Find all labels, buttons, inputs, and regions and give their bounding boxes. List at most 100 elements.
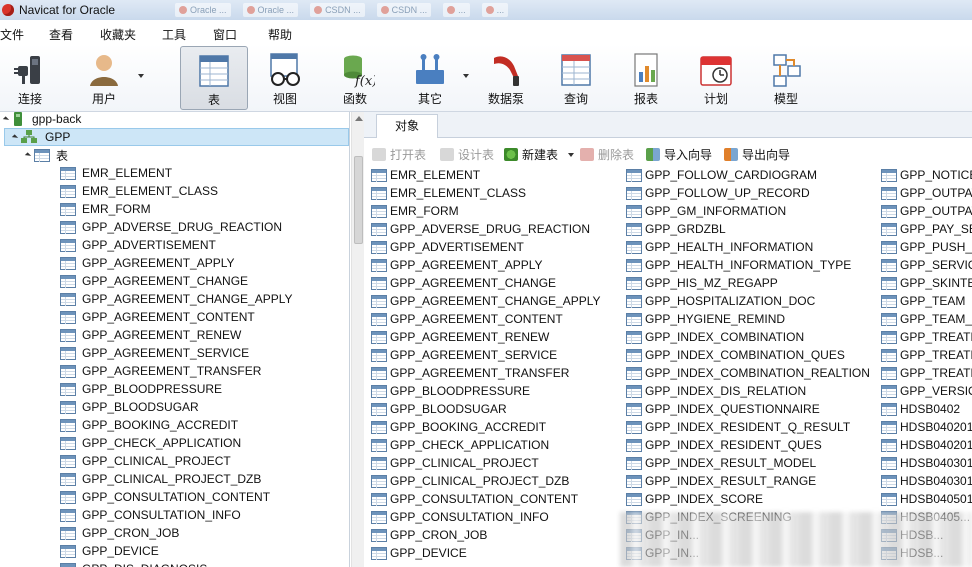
design-table-button[interactable]: 设计表 — [440, 146, 494, 162]
table-item[interactable]: GPP_AGREEMENT_TRANSFER — [368, 364, 569, 382]
table-item[interactable]: GPP_TREATE_ — [878, 328, 972, 346]
table-item[interactable]: GPP_CRON_JOB — [54, 524, 179, 542]
table-item[interactable]: GPP_CONSULTATION_CONTENT — [54, 488, 270, 506]
table-item[interactable]: GPP_BLOODSUGAR — [368, 400, 507, 418]
background-tab[interactable]: Oracle ... — [175, 3, 231, 17]
table-item[interactable]: GPP_AGREEMENT_CONTENT — [54, 308, 255, 326]
table-item[interactable]: GPP_OUTPAT — [878, 184, 972, 202]
table-item[interactable]: GPP_HEALTH_INFORMATION — [623, 238, 813, 256]
scrollbar-thumb[interactable] — [354, 156, 363, 244]
table-item[interactable]: GPP_ADVERSE_DRUG_REACTION — [368, 220, 590, 238]
table-item[interactable]: GPP_SERVICE — [878, 256, 972, 274]
menu-window[interactable]: 窗口 — [213, 26, 237, 43]
table-item[interactable]: GPP_HYGIENE_REMIND — [623, 310, 785, 328]
function-button[interactable]: f(x) 函数 — [321, 46, 389, 110]
table-item[interactable]: EMR_ELEMENT — [368, 166, 480, 184]
other-dropdown-arrow-icon[interactable] — [463, 74, 469, 78]
table-item[interactable]: HDSB040501 — [878, 490, 972, 508]
background-tab[interactable]: CSDN ... — [310, 3, 365, 17]
table-item[interactable]: GPP_AGREEMENT_CONTENT — [368, 310, 563, 328]
tab-objects[interactable]: 对象 — [376, 114, 438, 138]
table-item[interactable]: GPP_CHECK_APPLICATION — [368, 436, 549, 454]
table-item[interactable]: GPP_CLINICAL_PROJECT_DZB — [54, 470, 261, 488]
scroll-up-arrow-icon[interactable] — [355, 116, 363, 121]
table-item[interactable]: GPP_GRDZBL — [623, 220, 726, 238]
connect-button[interactable]: 连接 — [0, 46, 64, 110]
table-item[interactable]: GPP_INDEX_COMBINATION — [623, 328, 804, 346]
table-item[interactable]: GPP_BLOODPRESSURE — [368, 382, 530, 400]
table-item[interactable]: GPP_INDEX_RESULT_MODEL — [623, 454, 816, 472]
sidebar-scrollbar[interactable] — [351, 112, 364, 567]
table-item[interactable]: GPP_FOLLOW_UP_RECORD — [623, 184, 810, 202]
table-item[interactable]: GPP_ADVERSE_DRUG_REACTION — [54, 218, 282, 236]
table-item[interactable]: GPP_BLOODPRESSURE — [54, 380, 222, 398]
table-item[interactable]: GPP_AGREEMENT_CHANGE — [54, 272, 248, 290]
tree-tables-node[interactable]: 表 — [24, 146, 68, 164]
table-item[interactable]: GPP_TEAM_M — [878, 310, 972, 328]
background-tab[interactable]: Oracle ... — [242, 3, 299, 17]
query-button[interactable]: 查询 — [542, 46, 610, 110]
table-item[interactable]: GPP_FOLLOW_CARDIOGRAM — [623, 166, 817, 184]
table-item[interactable]: GPP_DEVICE — [368, 544, 467, 562]
table-item[interactable]: GPP_CLINICAL_PROJECT_DZB — [368, 472, 569, 490]
table-item[interactable]: GPP_AGREEMENT_SERVICE — [54, 344, 249, 362]
table-item[interactable]: GPP_CONSULTATION_INFO — [368, 508, 549, 526]
user-dropdown-arrow-icon[interactable] — [138, 74, 144, 78]
table-item[interactable]: GPP_INDEX_COMBINATION_REALTION — [623, 364, 870, 382]
table-item[interactable]: HDSB040201 — [878, 436, 972, 454]
table-item[interactable]: GPP_OUTPAT — [878, 202, 972, 220]
new-table-button[interactable]: 新建表 — [504, 146, 558, 162]
table-item[interactable]: EMR_FORM — [368, 202, 459, 220]
table-item[interactable]: GPP_NOTICE — [878, 166, 972, 184]
menu-file[interactable]: 文件 — [0, 26, 24, 43]
table-item[interactable]: GPP_PAY_SER — [878, 220, 972, 238]
table-item[interactable]: EMR_ELEMENT_CLASS — [368, 184, 526, 202]
table-item[interactable]: EMR_ELEMENT — [54, 164, 172, 182]
table-item[interactable]: EMR_ELEMENT_CLASS — [54, 182, 218, 200]
background-tab[interactable]: ... — [481, 3, 509, 17]
table-item[interactable]: GPP_CLINICAL_PROJECT — [368, 454, 539, 472]
table-item[interactable]: GPP_HEALTH_INFORMATION_TYPE — [623, 256, 851, 274]
import-wizard-button[interactable]: 导入向导 — [646, 146, 712, 162]
expand-arrow-icon[interactable] — [2, 115, 10, 123]
table-item[interactable]: GPP_GM_INFORMATION — [623, 202, 786, 220]
delete-table-button[interactable]: 删除表 — [580, 146, 634, 162]
table-item[interactable]: GPP_CLINICAL_PROJECT — [54, 452, 231, 470]
table-item[interactable]: HDSB040301 — [878, 472, 972, 490]
table-item[interactable]: GPP_AGREEMENT_CHANGE_APPLY — [368, 292, 601, 310]
table-item[interactable]: GPP_DEVICE — [54, 542, 159, 560]
table-item[interactable]: EMR_FORM — [54, 200, 151, 218]
table-item[interactable]: GPP_HOSPITALIZATION_DOC — [623, 292, 815, 310]
table-item[interactable]: HDSB0402 — [878, 400, 960, 418]
table-item[interactable]: GPP_VERSION — [878, 382, 972, 400]
data-pump-button[interactable]: 数据泵 — [472, 46, 540, 110]
table-item[interactable]: GPP_AGREEMENT_RENEW — [54, 326, 241, 344]
table-item[interactable]: GPP_PUSH_M — [878, 238, 972, 256]
table-item[interactable]: GPP_AGREEMENT_APPLY — [368, 256, 543, 274]
tree-connection-gpp-back[interactable]: gpp-back — [2, 112, 81, 128]
table-item[interactable]: GPP_CRON_JOB — [368, 526, 487, 544]
table-item[interactable]: GPP_AGREEMENT_CHANGE_APPLY — [54, 290, 293, 308]
table-item[interactable]: GPP_BOOKING_ACCREDIT — [368, 418, 546, 436]
table-item[interactable]: GPP_ADVERTISEMENT — [368, 238, 524, 256]
export-wizard-button[interactable]: 导出向导 — [724, 146, 790, 162]
menu-tools[interactable]: 工具 — [162, 26, 186, 43]
model-button[interactable]: 模型 — [752, 46, 820, 110]
table-item[interactable]: GPP_TREATE_ — [878, 346, 972, 364]
table-item[interactable]: GPP_AGREEMENT_CHANGE — [368, 274, 556, 292]
table-item[interactable]: GPP_ADVERTISEMENT — [54, 236, 216, 254]
table-item[interactable]: GPP_AGREEMENT_TRANSFER — [54, 362, 261, 380]
menu-favorites[interactable]: 收藏夹 — [100, 26, 136, 43]
new-table-dropdown-arrow-icon[interactable] — [568, 153, 574, 157]
table-item[interactable]: GPP_INDEX_DIS_RELATION — [623, 382, 806, 400]
table-item[interactable]: GPP_AGREEMENT_RENEW — [368, 328, 549, 346]
expand-arrow-icon[interactable] — [11, 133, 19, 141]
menu-view[interactable]: 查看 — [49, 26, 73, 43]
table-item[interactable]: GPP_TREATE_ — [878, 364, 972, 382]
table-item[interactable]: HDSB040301 — [878, 454, 972, 472]
table-item[interactable]: GPP_INDEX_COMBINATION_QUES — [623, 346, 845, 364]
table-item[interactable]: GPP_INDEX_RESULT_RANGE — [623, 472, 816, 490]
view-button[interactable]: 视图 — [251, 46, 319, 110]
table-item[interactable]: GPP_CONSULTATION_CONTENT — [368, 490, 578, 508]
tree-schema-gpp[interactable]: GPP — [4, 128, 349, 146]
